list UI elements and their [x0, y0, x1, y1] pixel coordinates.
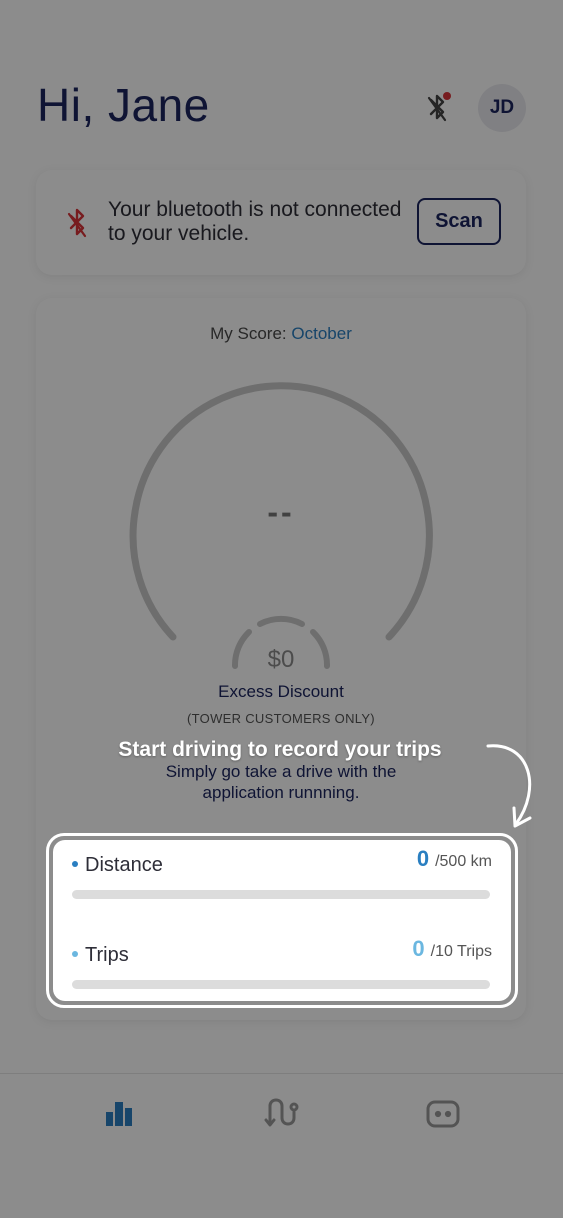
distance-progress-bar: [72, 890, 490, 899]
bullet-dot: [72, 860, 78, 867]
coachmark-arrow-icon: [486, 744, 532, 828]
trips-progress-bar: [72, 980, 490, 989]
stat-value: 0/500 km: [416, 846, 492, 871]
stat-label: Trips: [72, 944, 129, 967]
stat-label: Distance: [72, 854, 163, 877]
coachmark-overlay[interactable]: [0, 0, 563, 1218]
stat-value: 0/10 Trips: [412, 936, 492, 961]
stats-panel: Distance 0/500 km Trips 0/10 Trips: [53, 840, 511, 1001]
coachmark-title: Start driving to record your trips: [118, 738, 442, 761]
bullet-dot: [72, 950, 78, 957]
